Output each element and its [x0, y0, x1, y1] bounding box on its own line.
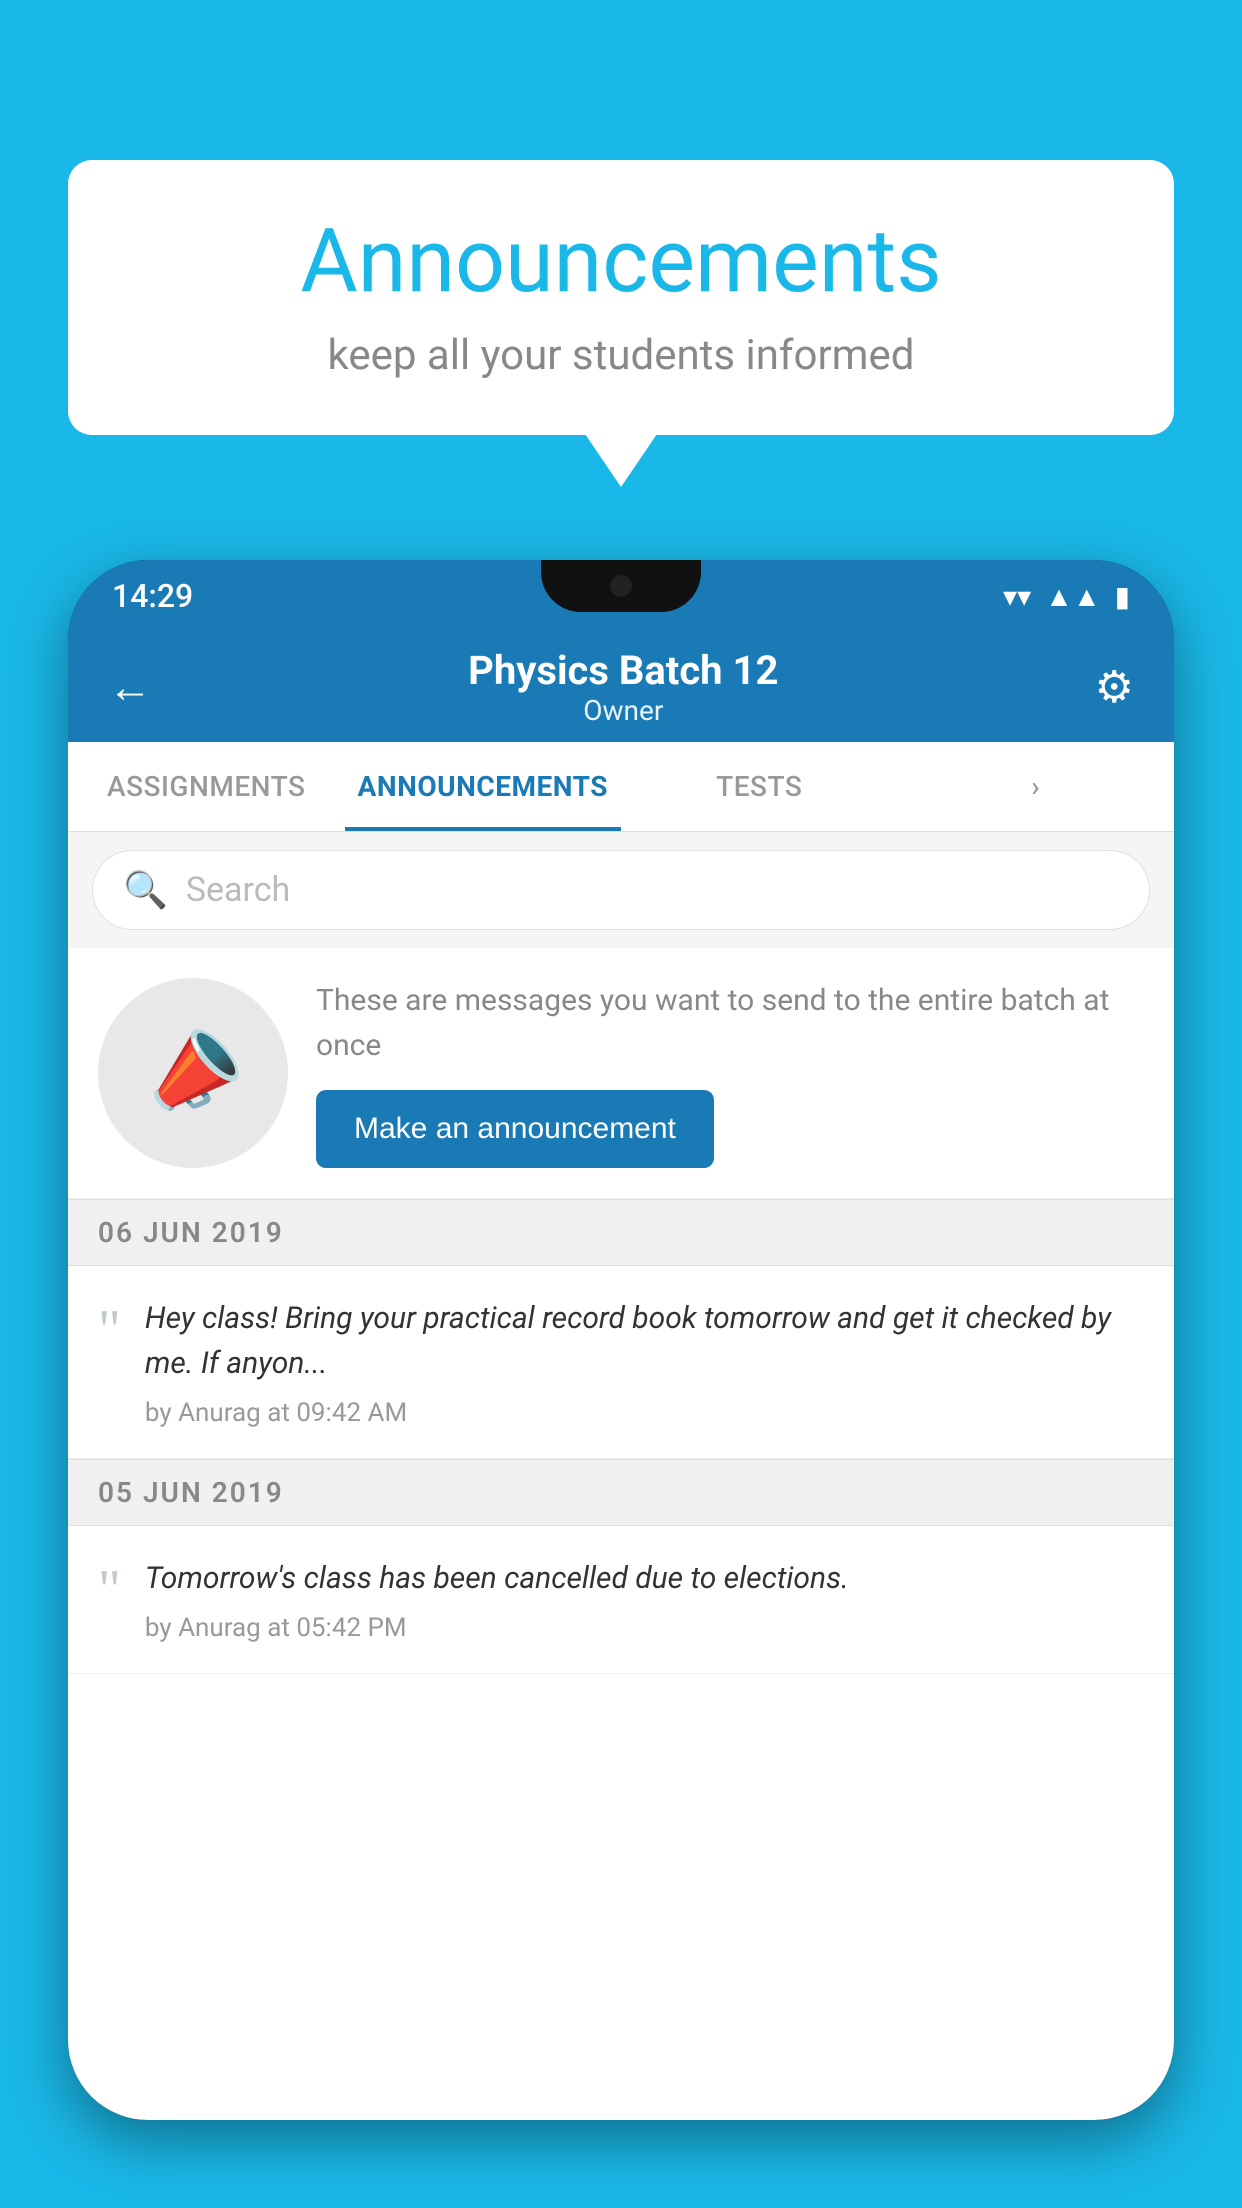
app-header: ← Physics Batch 12 Owner ⚙: [68, 632, 1174, 742]
promo-section: 📣 These are messages you want to send to…: [68, 948, 1174, 1199]
settings-icon[interactable]: ⚙: [1095, 661, 1134, 713]
promo-description: These are messages you want to send to t…: [316, 978, 1144, 1068]
announcement-content-1: Hey class! Bring your practical record b…: [145, 1296, 1144, 1428]
status-icons: ▾▾ ▲▲ ▮: [1003, 580, 1130, 613]
announcement-item-2[interactable]: " Tomorrow's class has been cancelled du…: [68, 1526, 1174, 1674]
search-bar[interactable]: 🔍 Search: [92, 850, 1150, 930]
bubble-subtitle: keep all your students informed: [128, 331, 1114, 380]
announcement-text-2: Tomorrow's class has been cancelled due …: [145, 1556, 1144, 1601]
announcement-content-2: Tomorrow's class has been cancelled due …: [145, 1556, 1144, 1643]
announcement-meta-2: by Anurag at 05:42 PM: [145, 1613, 1144, 1643]
tab-more[interactable]: ›: [898, 742, 1175, 831]
quote-icon-1: ": [98, 1302, 121, 1358]
quote-icon-2: ": [98, 1562, 121, 1618]
announcement-item-1[interactable]: " Hey class! Bring your practical record…: [68, 1266, 1174, 1459]
date-separator-2: 05 JUN 2019: [68, 1459, 1174, 1526]
tab-assignments[interactable]: ASSIGNMENTS: [68, 742, 345, 831]
search-placeholder: Search: [186, 870, 290, 910]
promo-content: These are messages you want to send to t…: [316, 978, 1144, 1168]
phone-inner: 14:29 ▾▾ ▲▲ ▮ ← Physics Batch 12 Owner ⚙: [68, 560, 1174, 2120]
phone-wrapper: 14:29 ▾▾ ▲▲ ▮ ← Physics Batch 12 Owner ⚙: [68, 560, 1174, 2208]
megaphone-icon: 📣: [130, 1012, 256, 1134]
battery-icon: ▮: [1115, 580, 1130, 613]
search-icon: 🔍: [123, 869, 168, 911]
batch-role: Owner: [152, 694, 1095, 727]
bubble-title: Announcements: [128, 210, 1114, 313]
promo-icon-circle: 📣: [98, 978, 288, 1168]
signal-icon: ▲▲: [1045, 580, 1100, 613]
tab-tests[interactable]: TESTS: [621, 742, 898, 831]
date-separator-1: 06 JUN 2019: [68, 1199, 1174, 1266]
speech-bubble: Announcements keep all your students inf…: [68, 160, 1174, 435]
status-time: 14:29: [112, 577, 193, 615]
speech-bubble-container: Announcements keep all your students inf…: [68, 160, 1174, 435]
tabs-bar: ASSIGNMENTS ANNOUNCEMENTS TESTS ›: [68, 742, 1174, 832]
make-announcement-button[interactable]: Make an announcement: [316, 1090, 714, 1168]
header-title-block: Physics Batch 12 Owner: [152, 647, 1095, 727]
phone-screen: 🔍 Search 📣 These are messages you want t…: [68, 832, 1174, 2120]
phone-device: 14:29 ▾▾ ▲▲ ▮ ← Physics Batch 12 Owner ⚙: [68, 560, 1174, 2120]
phone-notch: [541, 560, 701, 612]
announcement-meta-1: by Anurag at 09:42 AM: [145, 1398, 1144, 1428]
back-button[interactable]: ←: [108, 661, 152, 713]
search-bar-container: 🔍 Search: [68, 832, 1174, 948]
status-bar: 14:29 ▾▾ ▲▲ ▮: [68, 560, 1174, 632]
announcement-text-1: Hey class! Bring your practical record b…: [145, 1296, 1144, 1386]
camera-dot: [610, 575, 632, 597]
batch-title: Physics Batch 12: [152, 647, 1095, 694]
tab-announcements[interactable]: ANNOUNCEMENTS: [345, 742, 622, 831]
wifi-icon: ▾▾: [1003, 580, 1031, 613]
